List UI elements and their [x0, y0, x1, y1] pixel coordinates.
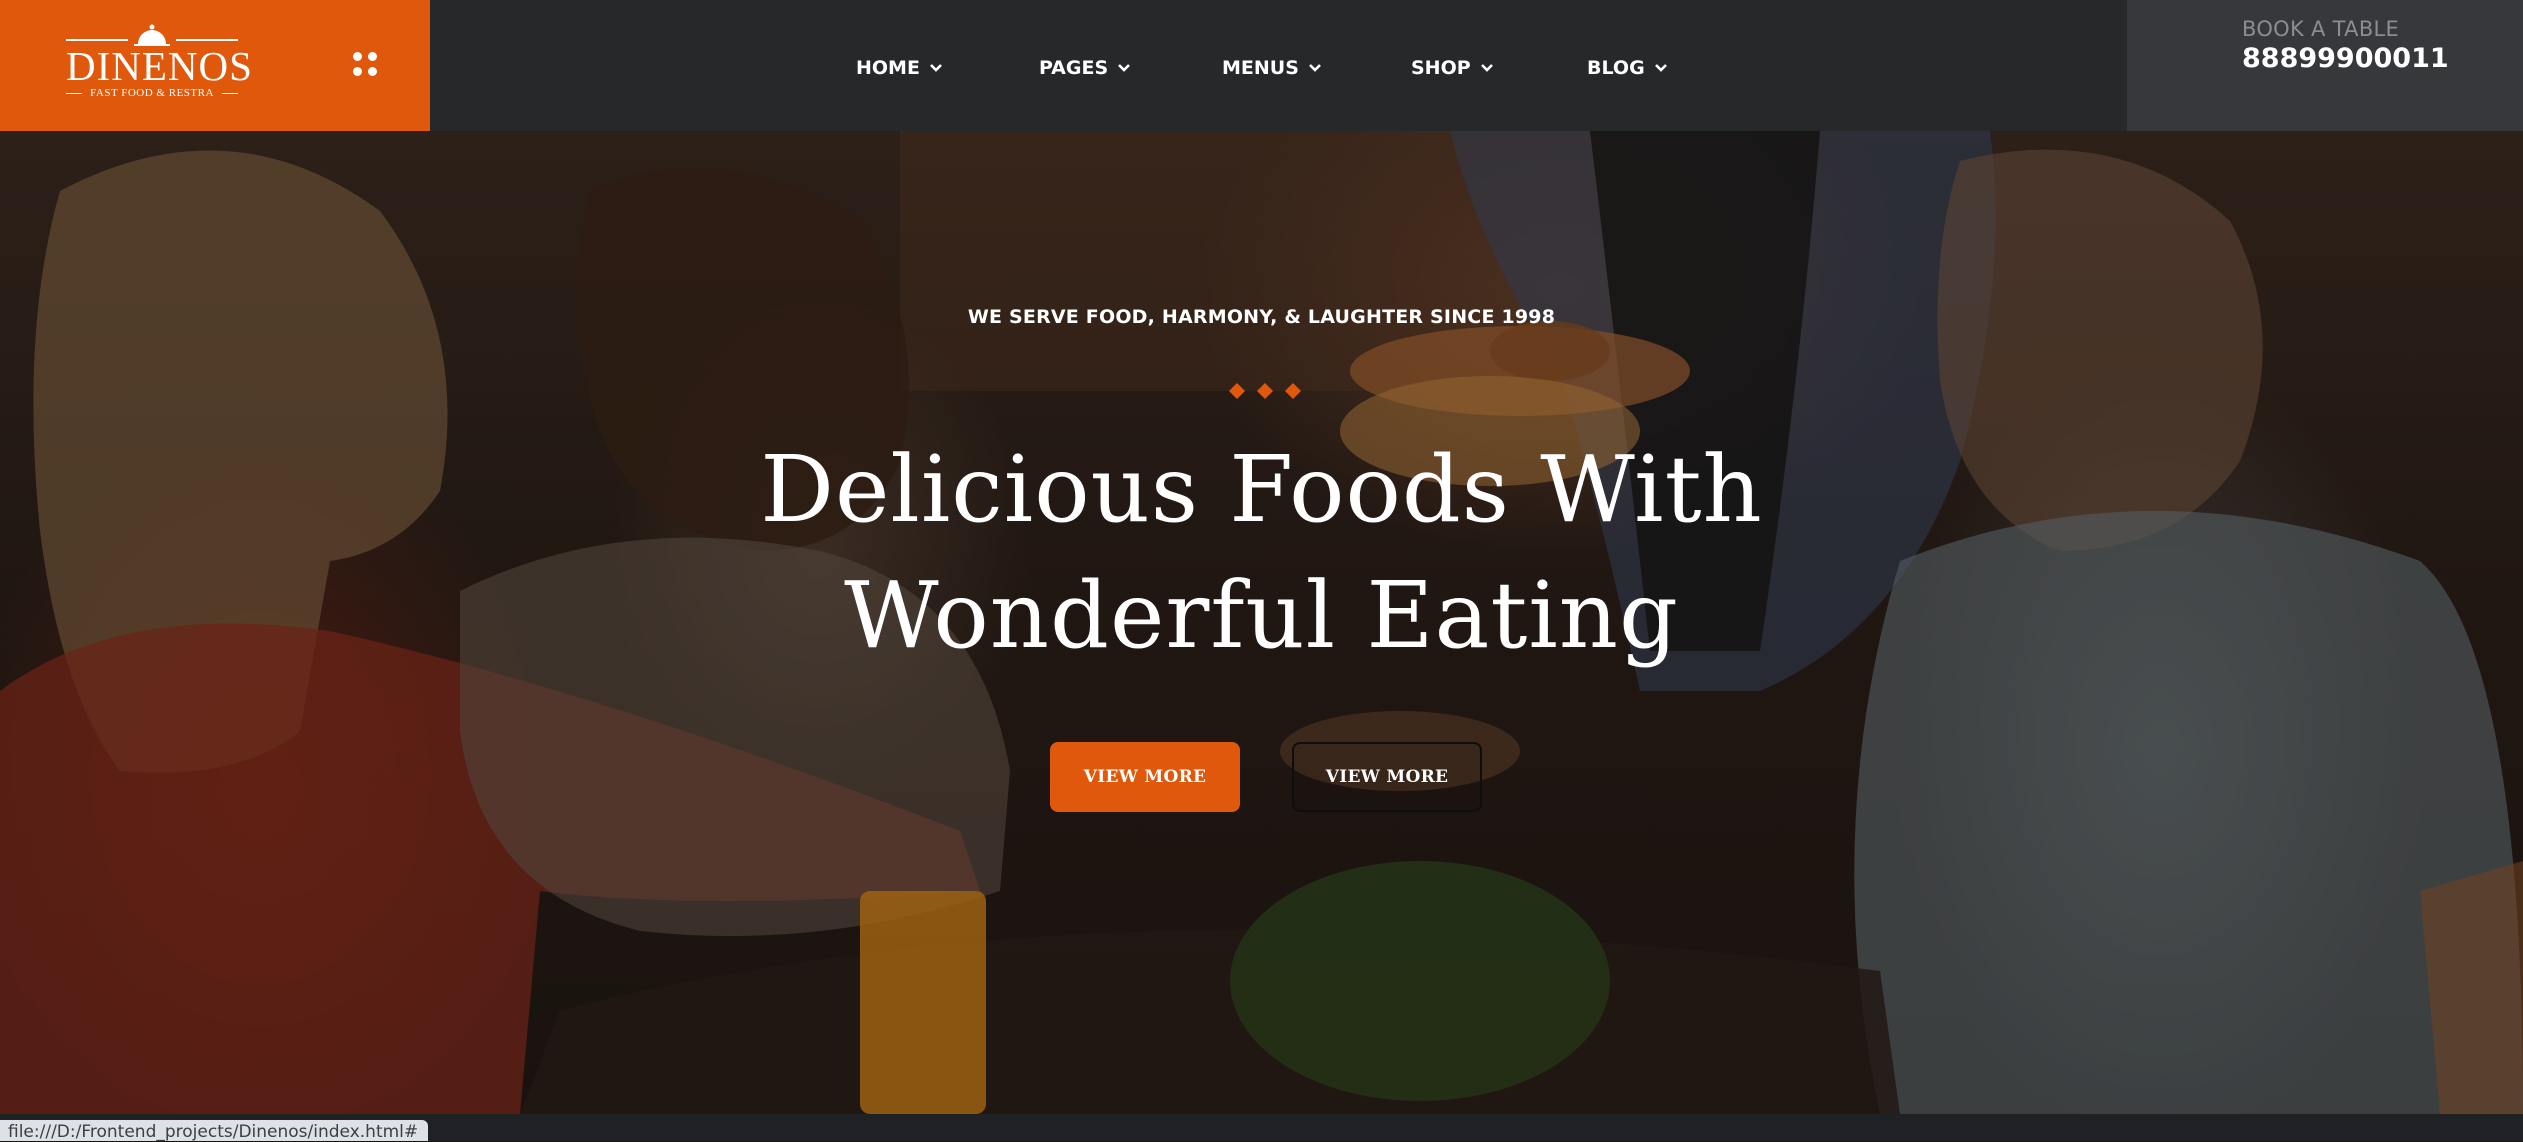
nav-item-label: SHOP: [1411, 57, 1471, 79]
chevron-down-icon: [1308, 64, 1321, 72]
chevron-down-icon: [930, 64, 942, 72]
brand-logo[interactable]: DINENOS FAST FOOD & RESTRA: [66, 24, 253, 104]
logo-block: DINENOS FAST FOOD & RESTRA: [0, 0, 430, 131]
nav-item-shop[interactable]: SHOP: [1411, 52, 1587, 84]
nav-item-blog[interactable]: BLOG: [1587, 52, 1707, 84]
hero-kicker: WE SERVE FOOD, HARMONY, & LAUGHTER SINCE…: [967, 306, 1556, 328]
brand-name: DINENOS: [66, 43, 253, 89]
nav-item-label: PAGES: [1039, 57, 1109, 79]
nav-item-label: BLOG: [1587, 57, 1645, 79]
site-header: DINENOS FAST FOOD & RESTRA HOME PAGES ME…: [0, 0, 2523, 131]
view-more-secondary-button[interactable]: VIEW MORE: [1292, 742, 1482, 812]
view-more-primary-button[interactable]: VIEW MORE: [1050, 742, 1240, 812]
hero-section: WE SERVE FOOD, HARMONY, & LAUGHTER SINCE…: [0, 131, 2523, 1114]
tagline-rule-right: [222, 93, 238, 94]
chevron-down-icon: [1480, 64, 1493, 72]
diamond-trio-icon: [1229, 383, 1301, 399]
nav-item-menus[interactable]: MENUS: [1222, 52, 1411, 84]
hero-headline-line-2: Wonderful Eating: [844, 562, 1679, 669]
hero-headline-line-1: Delicious Foods With: [760, 436, 1763, 543]
nav-item-label: MENUS: [1222, 57, 1299, 79]
chevron-down-icon: [1118, 64, 1131, 72]
logo-rule-right: [176, 39, 238, 41]
brand-tagline: FAST FOOD & RESTRA: [90, 87, 214, 99]
grid-dots-icon[interactable]: [353, 52, 381, 80]
nav-item-label: HOME: [856, 57, 920, 79]
book-table-block[interactable]: BOOK A TABLE 88899900011: [2127, 0, 2523, 131]
logo-rule-left: [66, 39, 128, 41]
hero-headline: Delicious Foods With Wonderful Eating: [0, 427, 2523, 679]
chevron-down-icon: [1654, 64, 1667, 72]
book-table-phone[interactable]: 88899900011: [2242, 43, 2449, 74]
link-status-url: file:///D:/Frontend_projects/Dinenos/ind…: [0, 1120, 429, 1142]
main-nav: HOME PAGES MENUS SHOP BLOG: [856, 52, 1707, 84]
nav-item-home[interactable]: HOME: [856, 52, 1039, 84]
nav-item-pages[interactable]: PAGES: [1039, 52, 1222, 84]
book-table-label: BOOK A TABLE: [2242, 17, 2400, 41]
